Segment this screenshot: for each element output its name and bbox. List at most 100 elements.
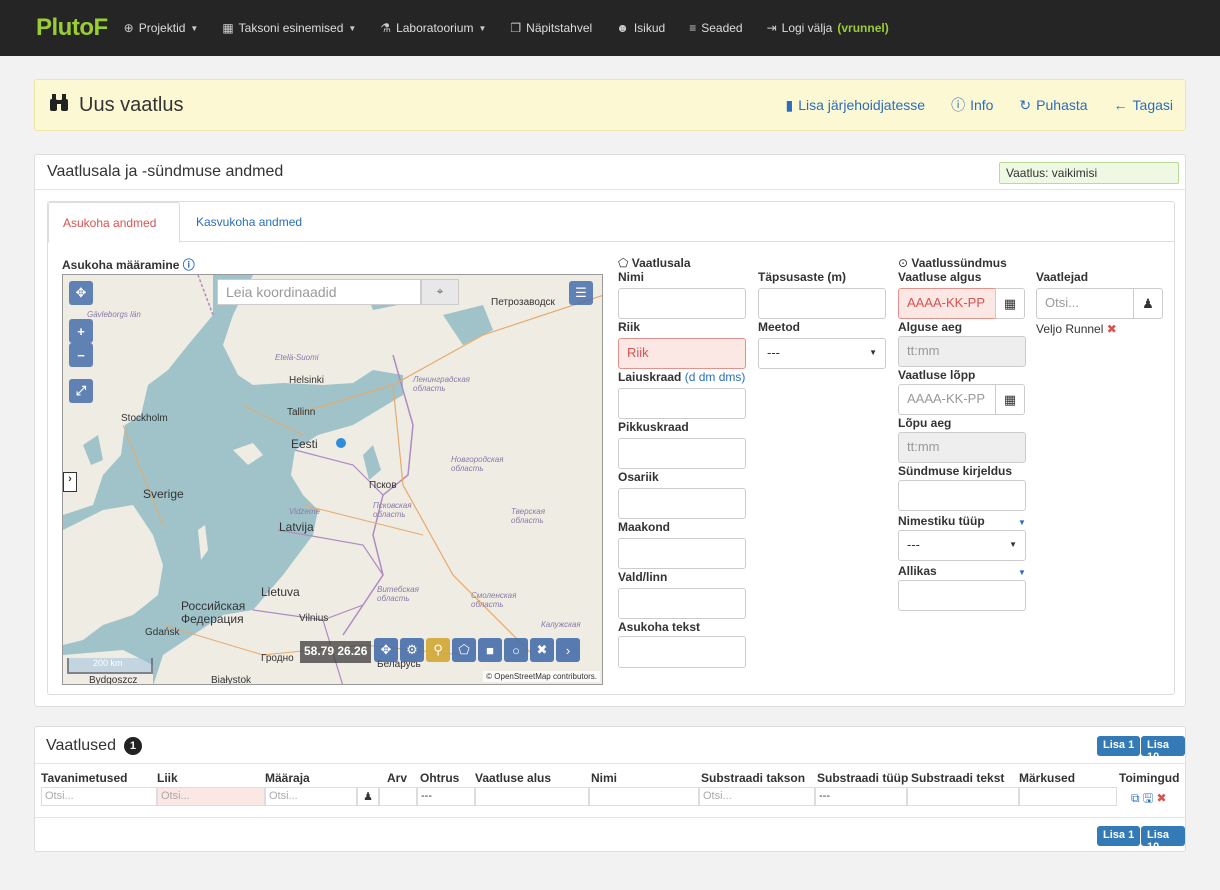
move-tool-icon[interactable]: ✥ xyxy=(374,638,398,662)
start-time-input[interactable]: tt:mm xyxy=(898,336,1026,367)
clear-tool-icon[interactable]: ✖ xyxy=(530,638,554,662)
brand-logo[interactable]: PlutoF xyxy=(36,14,108,42)
nav-laboratory[interactable]: ⚗ Laboratoorium ▼ xyxy=(380,21,486,35)
calendar-icon[interactable]: ▦ xyxy=(995,384,1025,415)
determiner-search[interactable]: Otsi... xyxy=(265,787,357,806)
nav-projects[interactable]: ⊕ Projektid ▼ xyxy=(124,21,199,35)
map-view[interactable]: Петрозаводск Gävleborgs län Etelä-Suomi … xyxy=(62,274,603,685)
map-place: Тверская область xyxy=(511,507,546,525)
zoom-in-button[interactable]: + xyxy=(69,319,93,343)
caret-down-icon[interactable]: ▼ xyxy=(1018,518,1026,527)
info-button[interactable]: ⓘ Info xyxy=(951,95,993,115)
source-input[interactable] xyxy=(898,580,1026,611)
add-10-button[interactable]: Lisa 10 xyxy=(1141,736,1185,763)
delete-icon[interactable]: ✖ xyxy=(1157,791,1167,805)
description-textarea[interactable] xyxy=(898,480,1026,511)
circle-tool-icon[interactable]: ○ xyxy=(504,638,528,662)
coord-format-links[interactable]: (d dm dms) xyxy=(685,370,746,384)
site-section-title: ⬠ Vaatlusala xyxy=(618,256,691,270)
tab-location[interactable]: Asukoha andmed xyxy=(48,202,180,243)
nav-clipboard[interactable]: ❐ Näpitstahvel xyxy=(510,21,592,35)
method-select[interactable]: --- ▼ xyxy=(758,338,886,369)
person-icon[interactable]: ♟ xyxy=(357,787,379,806)
parish-input[interactable] xyxy=(618,588,746,619)
observation-form-badge[interactable]: Vaatlus: vaikimisi xyxy=(999,162,1179,184)
add-1-button-bottom[interactable]: Lisa 1 xyxy=(1097,826,1141,846)
binoculars-icon xyxy=(49,93,69,117)
layers-menu-icon[interactable]: ☰ xyxy=(569,281,593,305)
map-coordinate-search[interactable]: Leia koordinaadid xyxy=(217,279,421,305)
nav-persons[interactable]: ☻ Isikud xyxy=(616,21,665,35)
map-place: Lietuva xyxy=(261,585,300,599)
basis-input[interactable] xyxy=(475,787,589,806)
name-input[interactable] xyxy=(589,787,699,806)
remove-icon[interactable]: ✖ xyxy=(1107,322,1117,336)
end-time-input[interactable]: tt:mm xyxy=(898,432,1026,463)
map-search-button[interactable]: ⌖ xyxy=(421,279,459,305)
map-place: Витебская область xyxy=(377,585,419,603)
county-input[interactable] xyxy=(618,538,746,569)
tab-container: Asukoha andmed Kasvukoha andmed Asukoha … xyxy=(47,201,1175,695)
zoom-out-button[interactable]: − xyxy=(69,343,93,367)
point-tool-icon[interactable]: ⚲ xyxy=(426,638,450,662)
back-button[interactable]: ← Tagasi xyxy=(1114,95,1173,115)
sidebar-toggle-icon[interactable]: › xyxy=(63,472,77,492)
precision-input[interactable] xyxy=(758,288,886,319)
remarks-input[interactable] xyxy=(1019,787,1117,806)
caret-down-icon: ▼ xyxy=(348,23,357,33)
substrate-text-input[interactable] xyxy=(907,787,1019,806)
source-label: Allikas xyxy=(898,564,937,578)
calendar-icon[interactable]: ▦ xyxy=(995,288,1025,319)
map-place: Новгородская область xyxy=(451,455,504,473)
locality-textarea[interactable] xyxy=(618,636,746,668)
state-input[interactable] xyxy=(618,488,746,519)
globe-icon: ⊕ xyxy=(123,21,134,35)
start-date-input[interactable]: AAAA-KK-PP xyxy=(898,288,996,319)
map-place: Петрозаводск xyxy=(491,297,555,308)
map-place: Gdańsk xyxy=(145,627,180,638)
nav-settings[interactable]: ≡ Seaded xyxy=(689,21,742,35)
map-place: Białystok xyxy=(211,675,252,685)
map-attribution: © OpenStreetMap contributors. xyxy=(483,671,600,682)
pan-icon[interactable]: ✥ xyxy=(69,281,93,305)
location-label: Asukoha määramine ⓘ xyxy=(62,258,195,272)
caret-down-icon[interactable]: ▼ xyxy=(1018,568,1026,577)
fullscreen-icon[interactable]: ⤢ xyxy=(69,379,93,403)
common-name-search[interactable]: Otsi... xyxy=(41,787,157,806)
locality-label: Asukoha tekst xyxy=(618,620,701,634)
refresh-icon: ↻ xyxy=(1019,96,1032,113)
count-input[interactable] xyxy=(379,787,417,806)
info-icon[interactable]: ⓘ xyxy=(183,258,195,272)
settings-tool-icon[interactable]: ⚙ xyxy=(400,638,424,662)
method-label: Meetod xyxy=(758,320,800,334)
end-date-label: Vaatluse lõpp xyxy=(898,368,976,382)
latitude-input[interactable] xyxy=(618,388,746,419)
species-search[interactable]: Otsi... xyxy=(157,787,265,806)
polygon-tool-icon[interactable]: ⬠ xyxy=(452,638,476,662)
abundance-select[interactable]: --- xyxy=(417,787,475,806)
add-10-button-bottom[interactable]: Lisa 10 xyxy=(1141,826,1185,853)
save-icon[interactable]: 🖫 xyxy=(1143,791,1153,805)
person-icon[interactable]: ♟ xyxy=(1133,288,1163,319)
substrate-type-select[interactable]: --- xyxy=(815,787,907,806)
rectangle-tool-icon[interactable]: ■ xyxy=(478,638,502,662)
parish-label: Vald/linn xyxy=(618,570,668,584)
longitude-input[interactable] xyxy=(618,438,746,469)
country-input[interactable]: Riik xyxy=(618,338,746,369)
substrate-taxon-search[interactable]: Otsi... xyxy=(699,787,815,806)
nav-taxon-occurrences[interactable]: ▦ Taksoni esinemised ▼ xyxy=(222,21,356,35)
add-1-button[interactable]: Lisa 1 xyxy=(1097,736,1141,756)
end-date-input[interactable]: AAAA-KK-PP xyxy=(898,384,996,415)
collapse-tools-icon[interactable]: › xyxy=(556,638,580,662)
clone-icon[interactable]: ⧉ xyxy=(1131,791,1140,805)
tab-habitat[interactable]: Kasvukoha andmed xyxy=(182,202,316,243)
observers-search-input[interactable]: Otsi... xyxy=(1036,288,1134,319)
gazetteer-select[interactable]: --- ▼ xyxy=(898,530,1026,561)
map-place: Гродно xyxy=(261,653,294,664)
polygon-icon: ⬠ xyxy=(618,256,629,270)
reset-button[interactable]: ↻ Puhasta xyxy=(1019,95,1087,115)
bookmark-button[interactable]: ▮ Lisa järjehoidjatesse xyxy=(785,95,925,115)
map-place: Российская Федерация xyxy=(181,599,246,626)
site-name-input[interactable] xyxy=(618,288,746,319)
nav-logout[interactable]: ⇥ Logi välja (vrunnel) xyxy=(767,21,889,35)
